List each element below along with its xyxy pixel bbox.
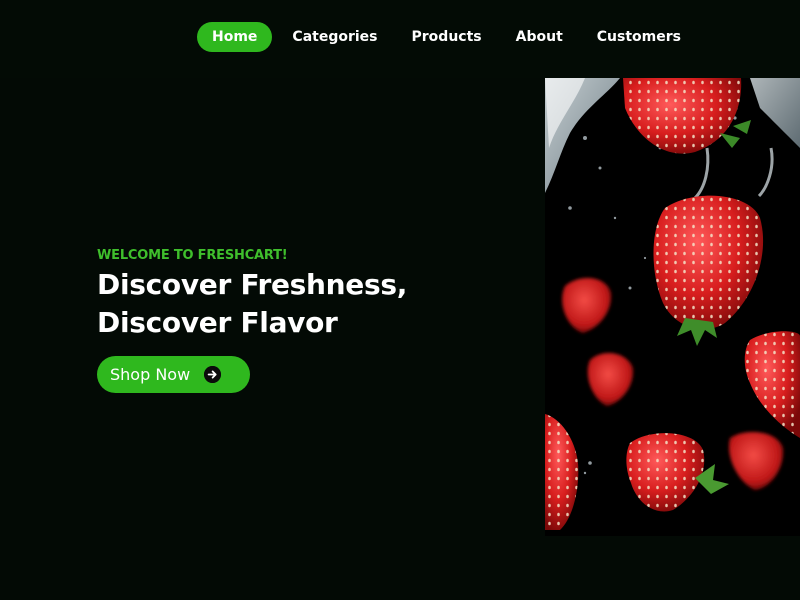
arrow-right-circle-icon xyxy=(204,366,221,383)
nav-item-about[interactable]: About xyxy=(500,22,579,52)
hero-headline: Discover Freshness, Discover Flavor xyxy=(97,266,407,342)
nav-menu: Home Categories Products About Customers xyxy=(197,22,697,52)
nav-item-customers[interactable]: Customers xyxy=(581,22,697,52)
nav-item-categories[interactable]: Categories xyxy=(276,22,393,52)
shop-now-label: Shop Now xyxy=(110,365,191,384)
nav-item-products[interactable]: Products xyxy=(396,22,498,52)
shop-now-button[interactable]: Shop Now xyxy=(97,356,250,393)
strawberries-splash-image xyxy=(545,78,800,536)
hero-headline-line1: Discover Freshness, xyxy=(97,268,408,301)
hero-headline-line2: Discover Flavor xyxy=(97,306,338,339)
hero-section: WELCOME TO FRESHCART! Discover Freshness… xyxy=(97,248,407,342)
navbar: Home Categories Products About Customers xyxy=(0,0,800,78)
hero-eyebrow: WELCOME TO FRESHCART! xyxy=(97,248,288,263)
nav-item-home[interactable]: Home xyxy=(197,22,273,52)
page: Home Categories Products About Customers… xyxy=(0,0,800,600)
